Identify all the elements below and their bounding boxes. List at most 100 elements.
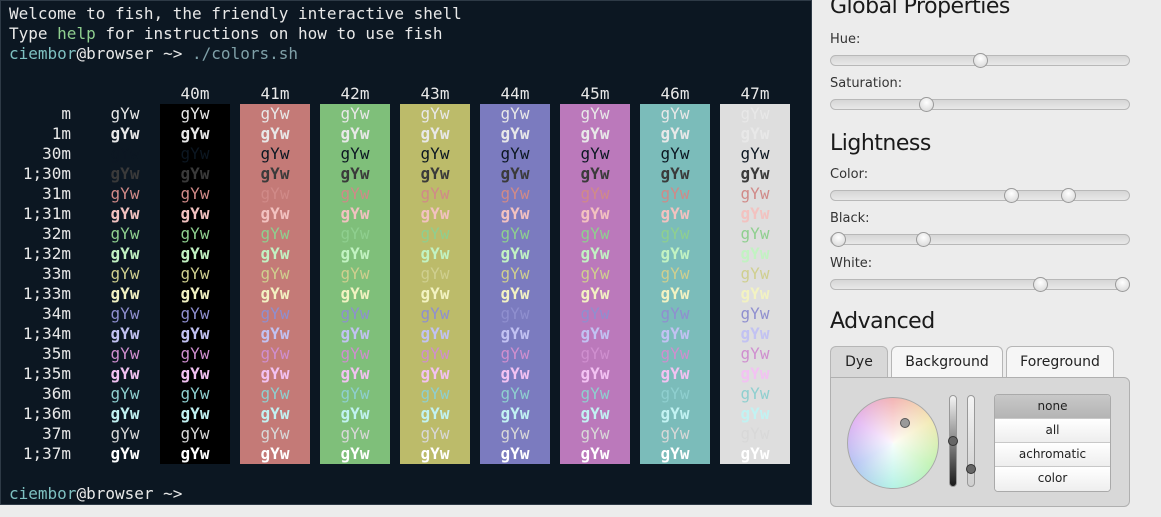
color-sample: gYw <box>580 284 610 303</box>
color-sample: gYw <box>260 164 290 183</box>
color-sample: gYw <box>260 224 290 243</box>
hue-slider[interactable] <box>830 53 1130 68</box>
color-wheel-handle[interactable] <box>900 418 910 428</box>
color-sample: gYw <box>580 424 610 443</box>
color-sample: gYw <box>740 184 770 203</box>
color-sample: gYw <box>580 204 610 223</box>
row-label: m <box>61 104 71 123</box>
tab-foreground[interactable]: Foreground <box>1006 346 1114 377</box>
row-label: 32m <box>42 224 71 243</box>
color-sample: gYw <box>420 424 450 443</box>
color-sample: gYw <box>110 344 140 363</box>
color-sample: gYw <box>660 264 690 283</box>
color-sample: gYw <box>420 244 450 263</box>
color-sample: gYw <box>740 424 770 443</box>
tab-background[interactable]: Background <box>891 346 1003 377</box>
dye-option-all[interactable]: all <box>995 419 1110 443</box>
color-sample: gYw <box>500 264 530 283</box>
slider-handle[interactable] <box>919 97 935 112</box>
color-sample: gYw <box>740 444 770 463</box>
row-label: 33m <box>42 264 71 283</box>
color-sample: gYw <box>420 284 450 303</box>
settings-panel: Global Properties Hue: Saturation: Light… <box>812 0 1161 517</box>
color-range-slider[interactable] <box>830 188 1130 203</box>
color-sample: gYw <box>500 104 530 123</box>
slider-handle[interactable] <box>1032 277 1048 292</box>
color-sample: gYw <box>260 304 290 323</box>
color-sample: gYw <box>340 144 370 163</box>
slider-handle[interactable] <box>1004 188 1020 203</box>
color-sample: gYw <box>110 264 140 283</box>
color-sample: gYw <box>180 444 210 463</box>
color-sample: gYw <box>740 264 770 283</box>
terminal-window[interactable]: Welcome to fish, the friendly interactiv… <box>0 0 812 505</box>
prompt-user: ciembor <box>9 484 77 503</box>
color-sample: gYw <box>180 204 210 223</box>
color-sample: gYw <box>180 424 210 443</box>
saturation-slider[interactable] <box>830 97 1130 112</box>
dye-lightness-slider[interactable] <box>948 395 958 487</box>
color-wheel[interactable] <box>847 397 939 489</box>
color-sample: gYw <box>110 224 140 243</box>
slider-handle[interactable] <box>831 232 846 247</box>
color-sample: gYw <box>180 184 210 203</box>
color-sample: gYw <box>500 424 530 443</box>
color-sample: gYw <box>740 204 770 223</box>
column-header: 47m <box>740 84 770 103</box>
color-sample: gYw <box>500 324 530 343</box>
color-sample: gYw <box>500 164 530 183</box>
color-sample: gYw <box>110 424 140 443</box>
color-sample: gYw <box>420 184 450 203</box>
color-sample: gYw <box>740 164 770 183</box>
color-sample: gYw <box>660 324 690 343</box>
color-sample: gYw <box>180 224 210 243</box>
slider-handle[interactable] <box>1061 188 1077 203</box>
black-range-slider[interactable] <box>830 232 1130 247</box>
prompt-command: ./colors.sh <box>192 44 298 63</box>
row-label: 35m <box>42 344 71 363</box>
color-sample: gYw <box>110 304 140 323</box>
prompt-line[interactable]: ciembor@browser ~> <box>9 484 192 504</box>
color-sample: gYw <box>110 404 140 423</box>
dye-option-achromatic[interactable]: achromatic <box>995 443 1110 467</box>
tab-dye[interactable]: Dye <box>830 346 888 379</box>
color-sample: gYw <box>740 364 770 383</box>
column-header: 42m <box>340 84 370 103</box>
color-sample: gYw <box>420 124 450 143</box>
dye-option-color[interactable]: color <box>995 467 1110 491</box>
column-header: 46m <box>660 84 690 103</box>
help-line: Type help for instructions on how to use… <box>9 24 442 44</box>
color-sample: gYw <box>340 364 370 383</box>
color-sample: gYw <box>260 104 290 123</box>
slider-handle[interactable] <box>973 53 988 68</box>
slider-handle[interactable] <box>916 232 932 247</box>
white-label: White: <box>830 256 873 271</box>
color-sample: gYw <box>420 304 450 323</box>
command-line: ciembor@browser ~> ./colors.sh <box>9 44 298 64</box>
row-label: 30m <box>42 144 71 163</box>
dye-option-none[interactable]: none <box>995 395 1110 419</box>
white-range-slider[interactable] <box>830 277 1130 292</box>
row-label: 37m <box>42 424 71 443</box>
row-label: 1;34m <box>22 324 71 343</box>
color-sample: gYw <box>110 364 140 383</box>
dye-opacity-slider[interactable] <box>966 395 976 487</box>
color-sample: gYw <box>260 384 290 403</box>
color-sample: gYw <box>660 204 690 223</box>
color-sample: gYw <box>740 304 770 323</box>
color-sample: gYw <box>740 144 770 163</box>
slider-handle[interactable] <box>1115 277 1130 292</box>
color-sample: gYw <box>580 104 610 123</box>
color-sample: gYw <box>660 444 690 463</box>
dye-opacity-handle[interactable] <box>966 464 976 474</box>
color-sample: gYw <box>110 104 140 123</box>
color-sample: gYw <box>420 224 450 243</box>
color-sample: gYw <box>180 384 210 403</box>
color-sample: gYw <box>660 124 690 143</box>
dye-lightness-handle[interactable] <box>948 436 958 446</box>
color-sample: gYw <box>110 204 140 223</box>
row-label: 1;35m <box>22 364 71 383</box>
color-sample: gYw <box>340 104 370 123</box>
color-sample: gYw <box>420 144 450 163</box>
color-sample: gYw <box>580 164 610 183</box>
